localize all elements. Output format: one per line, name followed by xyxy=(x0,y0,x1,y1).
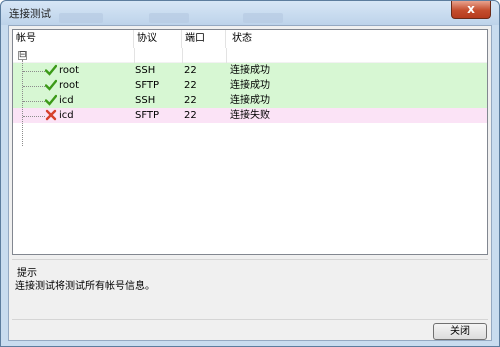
tree-line xyxy=(23,116,45,117)
table-row[interactable]: root SFTP 22 连接成功 xyxy=(13,78,487,93)
title-bar[interactable]: 连接测试 x xyxy=(1,1,499,25)
close-button[interactable]: 关闭 xyxy=(433,323,487,340)
window-title: 连接测试 xyxy=(9,8,51,20)
port-cell: 22 xyxy=(184,110,197,121)
cross-icon xyxy=(45,109,57,121)
account-cell: root xyxy=(59,80,80,91)
tree-line xyxy=(23,101,45,102)
title-bar-shadow xyxy=(149,13,189,23)
button-bar: 关闭 xyxy=(12,319,488,340)
status-cell: 连接失败 xyxy=(230,110,270,121)
column-header-port[interactable]: 端口 xyxy=(182,30,226,48)
window-close-button[interactable]: x xyxy=(451,1,491,19)
port-cell: 22 xyxy=(184,65,197,76)
list-header: 帐号 协议 端口 状态 xyxy=(13,30,487,49)
column-divider xyxy=(182,48,183,63)
dialog-body: 帐号 协议 端口 状态 ⊟ root SSH 22 连接成功 root SFTP 22 连接成… xyxy=(8,25,492,341)
table-row[interactable]: icd SSH 22 连接成功 xyxy=(13,93,487,108)
check-icon xyxy=(45,64,57,76)
column-header-status[interactable]: 状态 xyxy=(226,30,487,48)
hint-text: 连接测试将测试所有帐号信息。 xyxy=(15,281,155,292)
status-cell: 连接成功 xyxy=(230,95,270,106)
column-header-protocol[interactable]: 协议 xyxy=(134,30,182,48)
port-cell: 22 xyxy=(184,95,197,106)
check-icon xyxy=(45,79,57,91)
account-cell: icd xyxy=(59,110,74,121)
column-divider xyxy=(226,48,227,63)
protocol-cell: SSH xyxy=(135,95,156,106)
dialog-window: 连接测试 x 帐号 协议 端口 状态 ⊟ root SSH 22 连接成功 root SF… xyxy=(0,0,500,347)
protocol-cell: SSH xyxy=(135,65,156,76)
tree-line xyxy=(22,60,23,146)
account-cell: root xyxy=(59,65,80,76)
status-cell: 连接成功 xyxy=(230,65,270,76)
hint-panel: 提示 连接测试将测试所有帐号信息。 xyxy=(12,259,488,318)
tree-line xyxy=(23,86,45,87)
table-row[interactable]: root SSH 22 连接成功 xyxy=(13,63,487,78)
status-cell: 连接成功 xyxy=(230,80,270,91)
account-cell: icd xyxy=(59,95,74,106)
protocol-cell: SFTP xyxy=(135,80,160,91)
tree-root-row[interactable] xyxy=(13,48,487,63)
port-cell: 22 xyxy=(184,80,197,91)
connection-list[interactable]: 帐号 协议 端口 状态 ⊟ root SSH 22 连接成功 root SFTP 22 连接成… xyxy=(12,29,488,255)
table-row[interactable]: icd SFTP 22 连接失败 xyxy=(13,108,487,123)
tree-collapse-icon[interactable]: ⊟ xyxy=(18,51,27,60)
column-header-account[interactable]: 帐号 xyxy=(13,30,134,48)
close-icon: x xyxy=(467,2,475,16)
title-bar-shadow xyxy=(59,13,103,23)
column-divider xyxy=(134,48,135,63)
tree-line xyxy=(23,71,45,72)
title-bar-shadow xyxy=(243,13,283,23)
protocol-cell: SFTP xyxy=(135,110,160,121)
check-icon xyxy=(45,94,57,106)
